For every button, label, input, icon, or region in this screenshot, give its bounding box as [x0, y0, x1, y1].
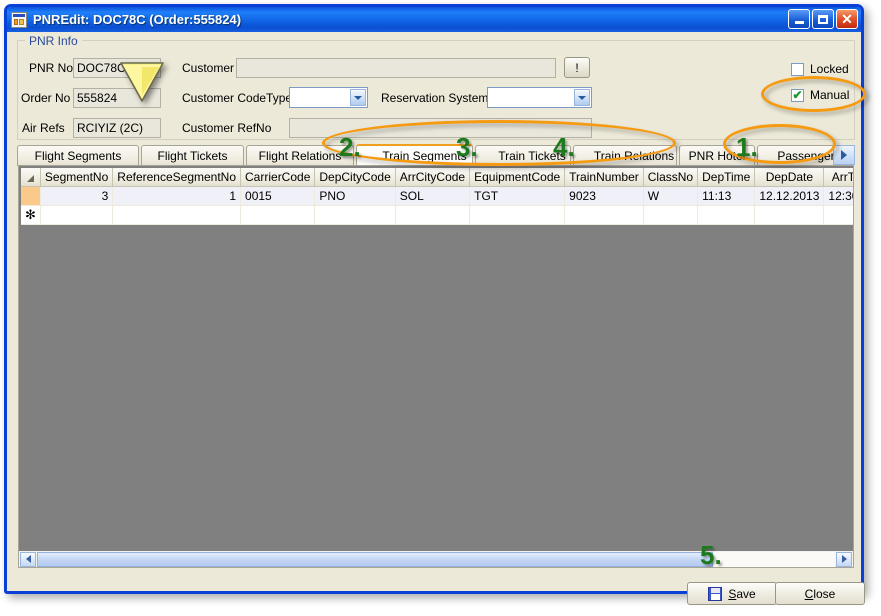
air-refs-label: Air Refs [22, 121, 65, 135]
grid-col-equipmentcode[interactable]: EquipmentCode [469, 168, 566, 187]
grid-horizontal-scrollbar[interactable] [18, 551, 854, 568]
customer-field[interactable] [236, 58, 556, 78]
locked-checkbox[interactable] [791, 62, 804, 76]
cell-classno[interactable]: W [643, 186, 699, 206]
annotation-circle-manual [761, 76, 866, 112]
new-cell-segmentno[interactable] [40, 205, 114, 225]
annotation-number-2: 2. [339, 132, 361, 162]
chevron-right-icon [841, 150, 847, 160]
customer-codetype-select[interactable] [289, 87, 368, 108]
new-cell-deptime[interactable] [697, 205, 756, 225]
row-selector[interactable] [21, 186, 41, 206]
customer-lookup-button[interactable]: ! [564, 57, 590, 78]
new-row-marker-icon[interactable]: ✻ [21, 205, 41, 225]
window-controls: ✕ [788, 9, 858, 29]
tab-scroll-right-button[interactable] [833, 145, 855, 165]
triangle-icon [26, 174, 34, 182]
order-no-label: Order No [21, 91, 71, 105]
grid-col-arrcitycode[interactable]: ArrCityCode [395, 168, 471, 187]
cell-carriercode[interactable]: 0015 [240, 186, 316, 206]
close-button-label: Close [805, 587, 836, 601]
cell-depdate[interactable]: 12.12.2013 [754, 186, 825, 206]
new-cell-depcitycode[interactable] [314, 205, 396, 225]
grid-col-depcitycode[interactable]: DepCityCode [314, 168, 396, 187]
scrollbar-thumb[interactable] [37, 551, 713, 567]
yellow-arrow-cursor [120, 62, 164, 102]
new-cell-equipmentcode[interactable] [469, 205, 566, 225]
cell-trainnumber[interactable]: 9023 [564, 186, 644, 206]
cell-arrt[interactable]: 12:30 [823, 186, 853, 206]
pnr-no-label: PNR No [29, 61, 74, 75]
grid-col-classno[interactable]: ClassNo [643, 168, 699, 187]
pnr-info-legend: PNR Info [25, 34, 82, 48]
customer-codetype-label: Customer CodeType [182, 91, 293, 105]
grid-col-trainnumber[interactable]: TrainNumber [564, 168, 644, 187]
grid-col-segmentno[interactable]: SegmentNo [40, 168, 114, 187]
cell-segmentno[interactable]: 3 [40, 186, 114, 206]
chevron-down-icon[interactable] [574, 89, 590, 106]
cell-depcitycode[interactable]: PNO [314, 186, 396, 206]
grid-col-arrt[interactable]: ArrT [823, 168, 853, 187]
save-rest: ave [736, 586, 756, 601]
tab-flight-segments[interactable]: Flight Segments [17, 145, 139, 166]
close-rest: lose [813, 586, 836, 601]
form-icon [11, 11, 27, 28]
grid-new-row[interactable]: ✻ [21, 205, 853, 225]
train-segments-grid[interactable]: SegmentNo ReferenceSegmentNo CarrierCode… [18, 165, 854, 563]
scroll-left-icon [25, 555, 31, 563]
new-cell-carriercode[interactable] [240, 205, 316, 225]
grid-col-depdate[interactable]: DepDate [754, 168, 825, 187]
annotation-number-3: 3. [456, 132, 478, 162]
annotation-circle-train-tabs [322, 120, 676, 166]
customer-label: Customer [182, 61, 235, 75]
reservation-system-select[interactable] [487, 87, 592, 108]
cell-referencesegmentno[interactable]: 1 [112, 186, 242, 206]
client-area: PNR Info PNR No DOC78C Order No 555824 A… [7, 32, 865, 605]
cell-deptime[interactable]: 11:13 [697, 186, 756, 206]
air-refs-field[interactable]: RCIYIZ (2C) [73, 118, 161, 138]
grid-table: SegmentNo ReferenceSegmentNo CarrierCode… [21, 168, 853, 225]
grid-col-deptime[interactable]: DepTime [697, 168, 756, 187]
cell-arrcitycode[interactable]: SOL [395, 186, 471, 206]
grid-col-referencesegmentno[interactable]: ReferenceSegmentNo [112, 168, 242, 187]
grid-select-all-header[interactable] [21, 168, 41, 187]
title-bar: PNREdit: DOC78C (Order:555824) ✕ [7, 7, 861, 32]
cell-equipmentcode[interactable]: TGT [469, 186, 566, 206]
new-cell-classno[interactable] [643, 205, 699, 225]
annotation-number-4: 4. [553, 132, 575, 162]
minimize-button[interactable] [788, 9, 810, 29]
tab-flight-tickets[interactable]: Flight Tickets [141, 145, 244, 166]
save-button-label: Save [728, 587, 755, 601]
floppy-disk-icon [708, 586, 723, 601]
save-button[interactable]: Save [687, 582, 777, 605]
annotation-number-5: 5. [700, 540, 722, 570]
close-dialog-button[interactable]: Close [775, 582, 865, 605]
new-cell-arrcitycode[interactable] [395, 205, 471, 225]
close-button[interactable]: ✕ [836, 9, 858, 29]
scroll-left-button[interactable] [20, 551, 36, 567]
new-cell-depdate[interactable] [754, 205, 825, 225]
customer-refno-label: Customer RefNo [182, 121, 272, 135]
new-cell-referencesegmentno[interactable] [112, 205, 242, 225]
maximize-button[interactable] [812, 9, 834, 29]
reservation-system-label: Reservation System [381, 91, 489, 105]
locked-checkbox-row[interactable]: Locked [791, 62, 849, 76]
new-cell-trainnumber[interactable] [564, 205, 644, 225]
grid-header-row: SegmentNo ReferenceSegmentNo CarrierCode… [21, 168, 853, 187]
chevron-down-icon[interactable] [350, 89, 366, 106]
scroll-right-button[interactable] [836, 551, 852, 567]
grid-col-carriercode[interactable]: CarrierCode [240, 168, 316, 187]
window-title: PNREdit: DOC78C (Order:555824) [33, 12, 242, 27]
annotation-number-1: 1. [736, 132, 758, 162]
new-cell-arrt[interactable] [823, 205, 853, 225]
table-row[interactable]: 3 1 0015 PNO SOL TGT 9023 W 11:13 12.12.… [21, 186, 853, 206]
locked-checkbox-label: Locked [810, 62, 849, 76]
scroll-right-icon [841, 555, 847, 563]
